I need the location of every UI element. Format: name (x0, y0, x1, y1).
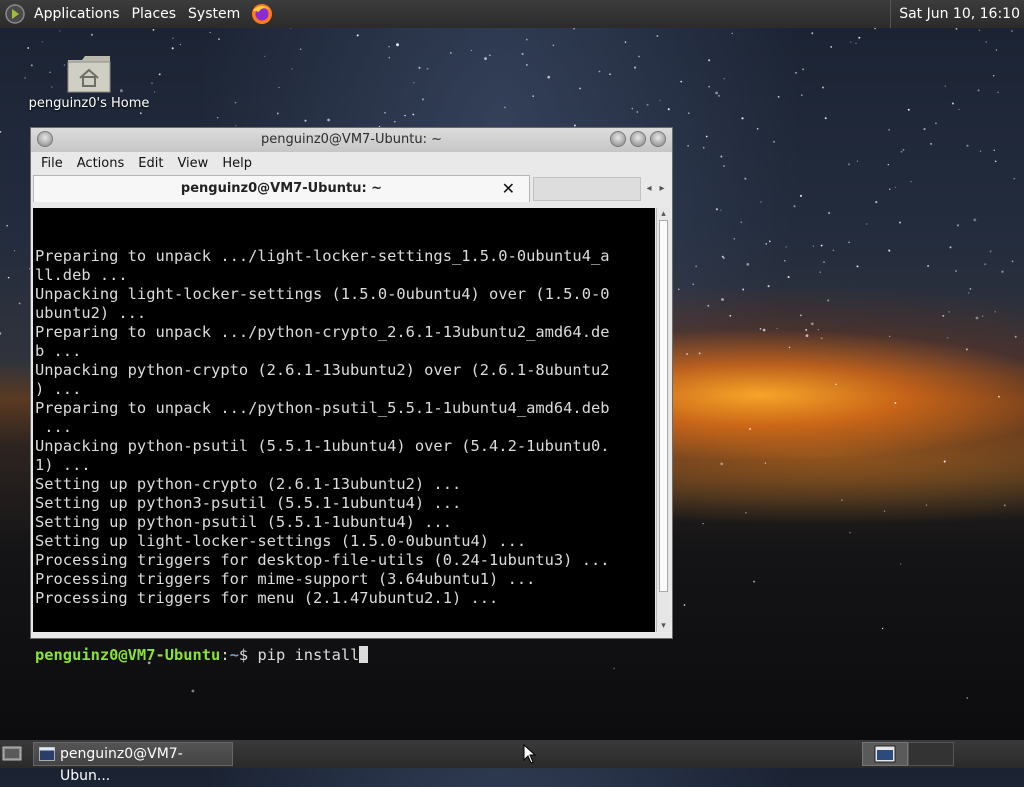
window-titlebar[interactable]: penguinz0@VM7-Ubuntu: ~ (31, 128, 672, 152)
taskbar-label: penguinz0@VM7-Ubun... (60, 746, 183, 784)
mate-logo-icon[interactable] (4, 3, 26, 25)
tab-scroll-left-icon[interactable]: ◂ (643, 177, 655, 201)
prompt-path: ~ (229, 646, 239, 664)
terminal-line: Processing triggers for desktop-file-uti… (35, 551, 610, 569)
window-title: penguinz0@VM7-Ubuntu: ~ (261, 132, 442, 147)
scroll-up-icon[interactable]: ▴ (657, 208, 670, 220)
tab-title: penguinz0@VM7-Ubuntu: ~ (180, 181, 383, 196)
terminal-line: Setting up python-crypto (2.6.1-13ubuntu… (35, 475, 462, 493)
vertical-scrollbar[interactable]: ▴ ▾ (656, 208, 670, 632)
menu-view[interactable]: View (177, 156, 208, 171)
home-folder-icon (67, 56, 111, 93)
tab-bar: penguinz0@VM7-Ubuntu: ~ ✕ ◂ ▸ (31, 174, 672, 202)
terminal-prompt-line: penguinz0@VM7-Ubuntu:~$ pip install (35, 646, 655, 665)
desktop-home-icon[interactable]: penguinz0's Home (28, 52, 150, 111)
terminal-line: ... (35, 418, 73, 436)
menu-help[interactable]: Help (222, 156, 252, 171)
system-menu[interactable]: System (188, 6, 240, 22)
tab-terminal[interactable]: penguinz0@VM7-Ubuntu: ~ ✕ (33, 175, 530, 202)
maximize-button[interactable] (630, 131, 646, 147)
terminal-line: Unpacking python-psutil (5.5.1-1ubuntu4)… (35, 437, 610, 455)
firefox-icon[interactable] (250, 2, 274, 26)
scroll-down-icon[interactable]: ▾ (657, 620, 670, 632)
terminal-window[interactable]: penguinz0@VM7-Ubuntu: ~ File Actions Edi… (30, 127, 673, 664)
terminal-icon (39, 747, 55, 761)
terminal-line: Unpacking python-crypto (2.6.1-13ubuntu2… (35, 361, 610, 379)
show-desktop-icon[interactable] (2, 744, 22, 762)
places-menu[interactable]: Places (132, 6, 177, 22)
prompt-symbol: $ (238, 646, 258, 664)
tab-bar-empty-area[interactable] (533, 177, 641, 201)
terminal-line: 1) ... (35, 456, 91, 474)
close-button[interactable] (650, 131, 666, 147)
prompt-user: penguinz0@VM7-Ubuntu (35, 646, 221, 664)
terminal-line: Processing triggers for mime-support (3.… (35, 570, 536, 588)
taskbar-terminal-button[interactable]: penguinz0@VM7-Ubun... (33, 742, 233, 784)
workspace-icon (874, 745, 896, 763)
terminal-line: Setting up python-psutil (5.5.1-1ubuntu4… (35, 513, 452, 531)
terminal-line: b ... (35, 342, 82, 360)
mouse-pointer-icon (523, 744, 537, 764)
command-input[interactable]: pip install (257, 646, 359, 664)
minimize-button[interactable] (610, 131, 626, 147)
terminal-lines: Preparing to unpack .../light-locker-set… (35, 247, 655, 608)
terminal-line: ) ... (35, 380, 82, 398)
workspace-2[interactable] (908, 742, 954, 766)
bottom-panel: penguinz0@VM7-Ubun... (0, 740, 1024, 784)
prompt-separator: : (220, 646, 230, 664)
terminal-line: Setting up light-locker-settings (1.5.0-… (35, 532, 527, 550)
scrollbar-thumb[interactable] (659, 220, 668, 592)
menu-file[interactable]: File (41, 156, 63, 171)
terminal-line: ll.deb ... (35, 266, 128, 284)
tab-scroll-right-icon[interactable]: ▸ (656, 177, 668, 201)
text-cursor (359, 646, 369, 663)
applications-menu[interactable]: Applications (34, 6, 120, 22)
clock[interactable]: Sat Jun 10, 16:10 (890, 0, 1024, 28)
terminal-line: Preparing to unpack .../light-locker-set… (35, 247, 610, 265)
terminal-line: Setting up python3-psutil (5.5.1-1ubuntu… (35, 494, 462, 512)
terminal-line: ubuntu2) ... (35, 304, 147, 322)
menubar: File Actions Edit View Help (31, 152, 672, 174)
terminal-line: Preparing to unpack .../python-psutil_5.… (35, 399, 610, 417)
workspace-1[interactable] (862, 742, 908, 766)
menu-edit[interactable]: Edit (138, 156, 163, 171)
terminal-line: Processing triggers for menu (2.1.47ubun… (35, 589, 499, 607)
home-icon-label: penguinz0's Home (28, 96, 150, 111)
menu-actions[interactable]: Actions (77, 156, 125, 171)
window-menu-button[interactable] (37, 131, 53, 147)
terminal-output[interactable]: Preparing to unpack .../light-locker-set… (33, 208, 655, 664)
terminal-line: Preparing to unpack .../python-crypto_2.… (35, 323, 610, 341)
close-icon[interactable]: ✕ (502, 176, 515, 202)
terminal-line: Unpacking light-locker-settings (1.5.0-0… (35, 285, 610, 303)
top-panel: Applications Places System Sat Jun 10, 1… (0, 0, 1024, 28)
